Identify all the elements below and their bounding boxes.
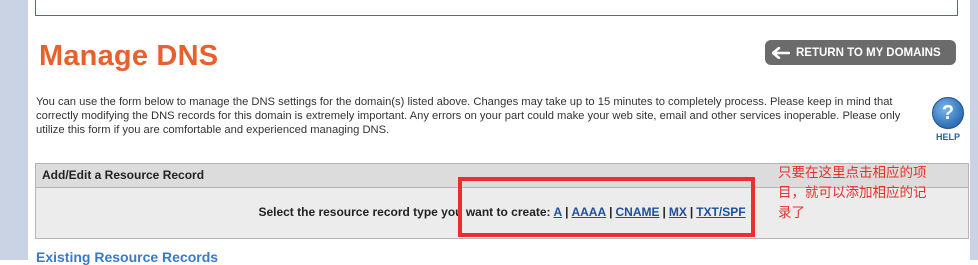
page-title: Manage DNS bbox=[39, 40, 219, 72]
right-page-gutter bbox=[970, 0, 978, 260]
annotation-note: 只要在这里点击相应的项目，就可以添加相应的记录了 bbox=[778, 165, 927, 220]
domain-list-frame bbox=[35, 0, 958, 16]
intro-text: You can use the form below to manage the… bbox=[36, 96, 901, 136]
return-to-my-domains-button[interactable]: RETURN TO MY DOMAINS bbox=[765, 40, 956, 65]
help-link[interactable]: ? HELP bbox=[932, 97, 964, 142]
arrow-left-icon bbox=[772, 46, 790, 59]
help-icon: ? bbox=[932, 97, 964, 129]
left-page-gutter bbox=[0, 0, 28, 260]
return-button-label: RETURN TO MY DOMAINS bbox=[796, 46, 941, 59]
annotation-highlight-box bbox=[458, 177, 755, 237]
help-label: HELP bbox=[935, 132, 960, 142]
existing-records-heading: Existing Resource Records bbox=[36, 249, 219, 265]
